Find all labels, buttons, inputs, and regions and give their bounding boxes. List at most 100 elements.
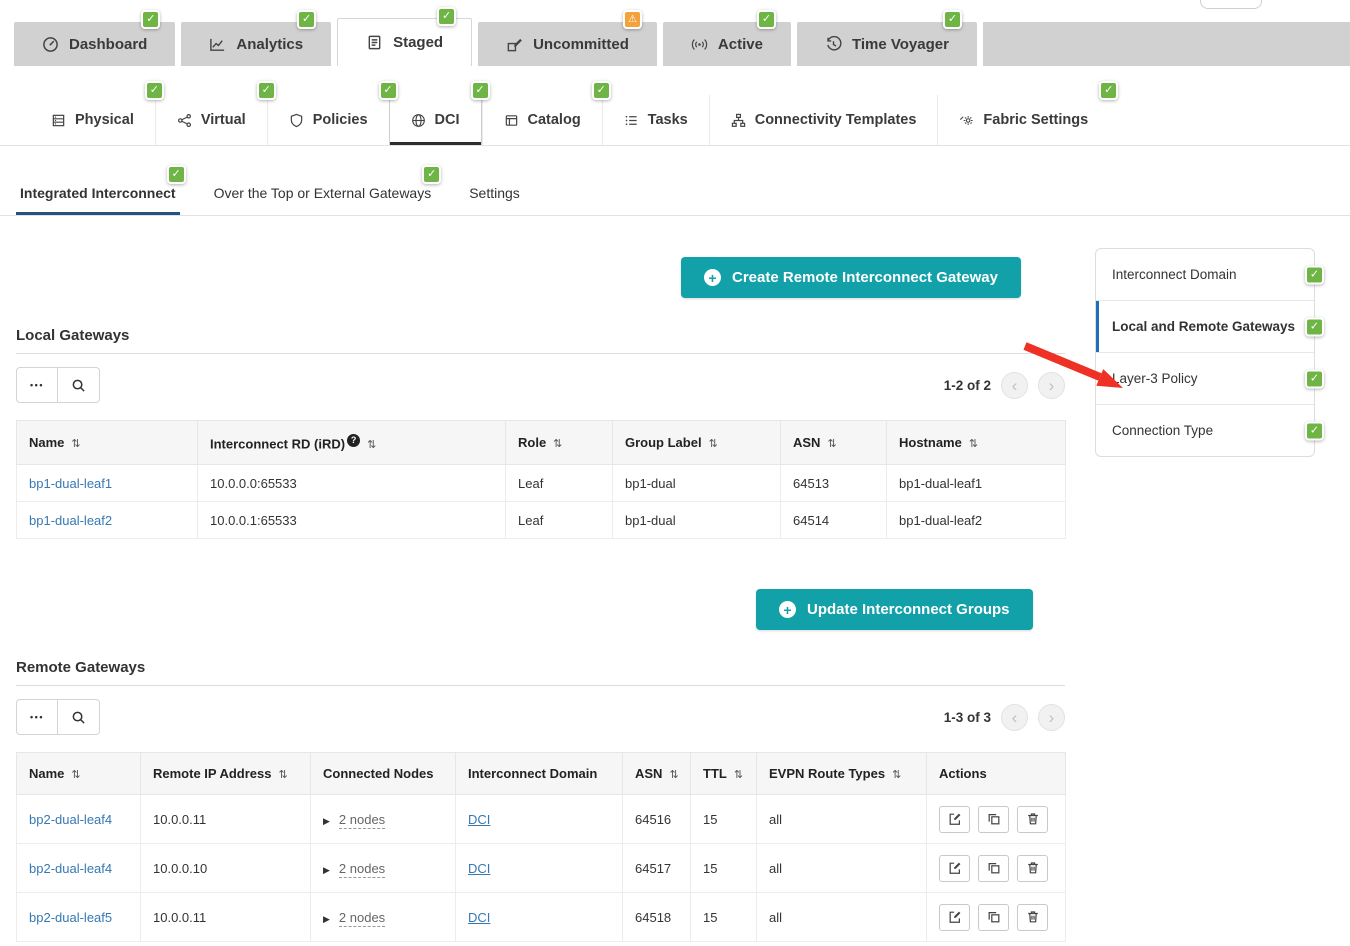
staged-blueprint-icon bbox=[366, 34, 383, 51]
tab-dashboard[interactable]: ✓ Dashboard bbox=[14, 22, 175, 66]
tab-label: Staged bbox=[393, 34, 443, 51]
column-header-name[interactable]: Name⇅ bbox=[17, 421, 198, 465]
tab-active[interactable]: ✓ Active bbox=[663, 22, 791, 66]
delete-button[interactable] bbox=[1017, 855, 1048, 882]
pagination-label: 1-2 of 2 bbox=[944, 378, 991, 393]
dci-side-panel: Interconnect Domain ✓ Local and Remote G… bbox=[1095, 248, 1315, 457]
search-button[interactable] bbox=[58, 699, 100, 735]
gateway-name-link[interactable]: bp2-dual-leaf5 bbox=[29, 910, 112, 925]
sort-icon: ⇅ bbox=[669, 769, 678, 781]
tab-integrated-interconnect[interactable]: ✓ Integrated Interconnect bbox=[16, 171, 180, 215]
connected-nodes-cell: ▶ 2 nodes bbox=[311, 844, 456, 893]
column-header-hostname[interactable]: Hostname⇅ bbox=[887, 421, 1066, 465]
ellipsis-icon: ••• bbox=[30, 712, 44, 722]
ird-cell: 10.0.0.0:65533 bbox=[198, 465, 506, 502]
prev-page-button[interactable]: ‹ bbox=[1001, 704, 1028, 731]
check-badge: ✓ bbox=[141, 10, 160, 29]
group-label-cell: bp1-dual bbox=[613, 502, 781, 539]
subtab-catalog[interactable]: ✓ Catalog bbox=[482, 95, 602, 145]
pencil-icon bbox=[948, 861, 962, 875]
gateway-name-link[interactable]: bp2-dual-leaf4 bbox=[29, 812, 112, 827]
check-badge: ✓ bbox=[592, 81, 611, 100]
asn-cell: 64517 bbox=[623, 844, 691, 893]
update-interconnect-groups-button[interactable]: + Update Interconnect Groups bbox=[756, 589, 1033, 630]
sort-icon: ⇅ bbox=[279, 769, 288, 781]
update-button-label: Update Interconnect Groups bbox=[807, 601, 1010, 618]
panel-item-label: Interconnect Domain bbox=[1112, 267, 1237, 282]
interconnect-domain-link[interactable]: DCI bbox=[468, 910, 490, 925]
tab-uncommitted[interactable]: ⚠ Uncommitted bbox=[478, 22, 657, 66]
column-header-ird[interactable]: Interconnect RD (iRD)?⇅ bbox=[198, 421, 506, 465]
row-actions bbox=[939, 855, 1053, 882]
column-header-asn[interactable]: ASN⇅ bbox=[781, 421, 887, 465]
prev-page-button[interactable]: ‹ bbox=[1001, 372, 1028, 399]
subtab-connectivity-templates[interactable]: Connectivity Templates bbox=[709, 95, 938, 145]
gateway-name-link[interactable]: bp1-dual-leaf2 bbox=[29, 513, 112, 528]
search-icon bbox=[71, 378, 86, 393]
delete-button[interactable] bbox=[1017, 806, 1048, 833]
check-badge: ✓ bbox=[471, 81, 490, 100]
search-button[interactable] bbox=[58, 367, 100, 403]
tab-over-the-top-external-gateways[interactable]: ✓ Over the Top or External Gateways bbox=[210, 171, 436, 215]
gateway-name-link[interactable]: bp2-dual-leaf4 bbox=[29, 861, 112, 876]
help-icon[interactable]: ? bbox=[347, 434, 360, 447]
column-header-asn[interactable]: ASN⇅ bbox=[623, 753, 691, 795]
blueprint-subnav: ✓ Physical ✓ Virtual ✓ Policies ✓ DCI ✓ … bbox=[0, 66, 1350, 146]
column-header-remote-ip[interactable]: Remote IP Address⇅ bbox=[141, 753, 311, 795]
column-header-name[interactable]: Name⇅ bbox=[17, 753, 141, 795]
tab-time-voyager[interactable]: ✓ Time Voyager bbox=[797, 22, 977, 66]
subtab-fabric-settings[interactable]: ✓ Fabric Settings bbox=[937, 95, 1109, 145]
column-header-ttl[interactable]: TTL⇅ bbox=[691, 753, 757, 795]
sort-icon: ⇅ bbox=[709, 438, 718, 450]
clone-button[interactable] bbox=[978, 904, 1009, 931]
sort-icon: ⇅ bbox=[827, 438, 836, 450]
panel-item-connection-type[interactable]: Connection Type ✓ bbox=[1096, 405, 1314, 456]
tab-settings[interactable]: Settings bbox=[465, 171, 524, 215]
row-actions bbox=[939, 806, 1053, 833]
subtab-virtual[interactable]: ✓ Virtual bbox=[155, 95, 267, 145]
gateway-name-link[interactable]: bp1-dual-leaf1 bbox=[29, 476, 112, 491]
create-button-label: Create Remote Interconnect Gateway bbox=[732, 269, 998, 286]
subtab-physical[interactable]: ✓ Physical bbox=[30, 95, 155, 145]
column-header-group-label[interactable]: Group Label⇅ bbox=[613, 421, 781, 465]
nodes-link[interactable]: 2 nodes bbox=[339, 861, 385, 878]
panel-item-local-and-remote-gateways[interactable]: Local and Remote Gateways ✓ bbox=[1096, 301, 1314, 353]
remote-gateways-table: Name⇅ Remote IP Address⇅ Connected Nodes… bbox=[16, 752, 1066, 942]
create-remote-interconnect-gateway-button[interactable]: + Create Remote Interconnect Gateway bbox=[681, 257, 1021, 298]
tasks-list-icon bbox=[624, 113, 639, 128]
column-header-evpn-route-types[interactable]: EVPN Route Types⇅ bbox=[757, 753, 927, 795]
delete-button[interactable] bbox=[1017, 904, 1048, 931]
nodes-link[interactable]: 2 nodes bbox=[339, 910, 385, 927]
panel-item-layer-3-policy[interactable]: Layer-3 Policy ✓ bbox=[1096, 353, 1314, 405]
edit-button[interactable] bbox=[939, 904, 970, 931]
clone-button[interactable] bbox=[978, 855, 1009, 882]
tab-bar-filler bbox=[983, 22, 1350, 66]
more-options-button[interactable]: ••• bbox=[16, 367, 58, 403]
expander-icon[interactable]: ▶ bbox=[323, 816, 330, 826]
tab-label: Time Voyager bbox=[852, 36, 949, 53]
tab-staged[interactable]: ✓ Staged bbox=[337, 18, 472, 66]
panel-item-interconnect-domain[interactable]: Interconnect Domain ✓ bbox=[1096, 249, 1314, 301]
subtab-tasks[interactable]: Tasks bbox=[602, 95, 709, 145]
expander-icon[interactable]: ▶ bbox=[323, 865, 330, 875]
interconnect-domain-link[interactable]: DCI bbox=[468, 861, 490, 876]
tab-analytics[interactable]: ✓ Analytics bbox=[181, 22, 331, 66]
edit-button[interactable] bbox=[939, 806, 970, 833]
top-tab-bar: ✓ Dashboard ✓ Analytics ✓ Staged ⚠ Uncom… bbox=[0, 0, 1350, 66]
subtab-dci[interactable]: ✓ DCI bbox=[389, 95, 482, 145]
edit-button[interactable] bbox=[939, 855, 970, 882]
more-options-button[interactable]: ••• bbox=[16, 699, 58, 735]
active-broadcast-icon bbox=[691, 36, 708, 53]
fabric-settings-icon bbox=[959, 113, 974, 128]
subtab-policies[interactable]: ✓ Policies bbox=[267, 95, 389, 145]
next-page-button[interactable]: › bbox=[1038, 372, 1065, 399]
check-badge: ✓ bbox=[1099, 81, 1118, 100]
nodes-link[interactable]: 2 nodes bbox=[339, 812, 385, 829]
clone-button[interactable] bbox=[978, 806, 1009, 833]
interconnect-domain-link[interactable]: DCI bbox=[468, 812, 490, 827]
role-cell: Leaf bbox=[506, 465, 613, 502]
column-header-role[interactable]: Role⇅ bbox=[506, 421, 613, 465]
dashboard-gauge-icon bbox=[42, 36, 59, 53]
expander-icon[interactable]: ▶ bbox=[323, 914, 330, 924]
next-page-button[interactable]: › bbox=[1038, 704, 1065, 731]
